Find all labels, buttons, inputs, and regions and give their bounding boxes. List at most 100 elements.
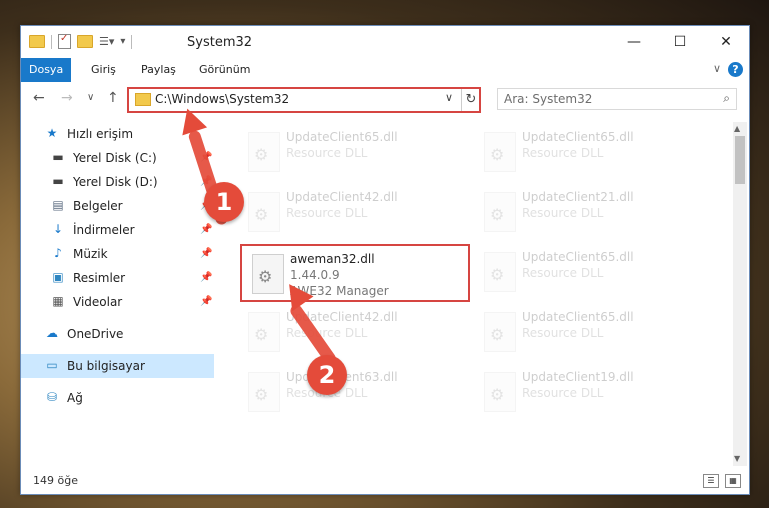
file-description: Resource DLL	[522, 386, 604, 400]
customize-toolbar-icon[interactable]: ☰▾	[99, 35, 114, 48]
file-name: UpdateClient65.dll	[522, 250, 634, 264]
close-button[interactable]: ✕	[703, 26, 749, 58]
dll-file-icon	[484, 372, 516, 412]
dll-file-icon	[252, 254, 284, 294]
address-bar[interactable]: C:\Windows\System32 ∨ ↻	[127, 87, 481, 113]
dll-file-icon	[484, 252, 516, 292]
pin-icon[interactable]: 📌	[200, 224, 212, 235]
search-icon[interactable]: ⌕	[723, 91, 730, 106]
scrollbar-thumb[interactable]	[735, 136, 745, 184]
item-count: 149 öğe	[33, 474, 78, 487]
search-placeholder: Ara: System32	[504, 92, 593, 106]
dll-file-icon	[484, 312, 516, 352]
navigation-pane: ★Hızlı erişim▬Yerel Disk (C:)📌▬Yerel Dis…	[21, 122, 214, 462]
file-name: aweman32.dll	[290, 252, 375, 266]
address-dropdown-icon[interactable]: ∨	[445, 91, 453, 104]
file-name: UpdateClient65.dll	[286, 130, 398, 144]
dll-file-icon	[248, 132, 280, 172]
search-input[interactable]: Ara: System32 ⌕	[497, 88, 737, 110]
vertical-scrollbar[interactable]: ▲ ▼	[733, 122, 747, 466]
file-item[interactable]: UpdateClient65.dll Resource DLL	[474, 244, 700, 298]
forward-button[interactable]: →	[61, 90, 73, 106]
file-item[interactable]: UpdateClient42.dllResource DLL	[238, 304, 464, 358]
file-description: Resource DLL	[286, 206, 368, 220]
sidebar-item-6[interactable]: ▣ Resimler 📌	[21, 266, 214, 290]
video-icon: ▦	[52, 294, 64, 308]
navigation-bar: ← → ∨ ↑ C:\Windows\System32 ∨ ↻ Ara: Sys…	[21, 82, 749, 116]
refresh-button[interactable]: ↻	[461, 89, 480, 111]
file-item[interactable]: UpdateClient21.dll Resource DLL	[474, 184, 700, 238]
file-item[interactable]: UpdateClient65.dll Resource DLL	[238, 124, 464, 178]
new-folder-icon[interactable]	[77, 35, 93, 48]
file-item[interactable]: UpdateClient19.dll Resource DLL	[474, 364, 700, 418]
sidebar-item-label: OneDrive	[67, 327, 124, 341]
tab-view[interactable]: Görünüm	[187, 58, 262, 82]
file-description: Resource DLL	[286, 146, 368, 160]
maximize-button[interactable]: ☐	[657, 26, 703, 58]
step-2-badge: 2	[307, 355, 347, 395]
large-icons-view-icon[interactable]: ▦	[725, 474, 741, 488]
star-icon: ★	[46, 126, 58, 140]
file-description: Resource DLL	[522, 326, 604, 340]
address-path[interactable]: C:\Windows\System32	[155, 92, 289, 106]
cloud-icon: ☁	[46, 326, 58, 340]
sidebar-item-label: Resimler	[73, 271, 126, 285]
toolbar-separator	[131, 34, 133, 49]
help-icon[interactable]: ?	[728, 62, 743, 77]
file-name: UpdateClient65.dll	[522, 130, 634, 144]
file-item[interactable]: UpdateClient42.dllResource DLL	[238, 184, 464, 238]
pin-icon[interactable]: 📌	[200, 296, 212, 307]
scroll-up-icon[interactable]: ▲	[734, 124, 740, 133]
title-bar: ☰▾ ▾ System32 — ☐ ✕	[21, 26, 749, 58]
details-view-icon[interactable]: ☰	[703, 474, 719, 488]
sidebar-item-8[interactable]: ☁ OneDrive	[21, 322, 214, 346]
sidebar-item-label: Belgeler	[73, 199, 123, 213]
up-button[interactable]: ↑	[107, 90, 119, 106]
tab-share[interactable]: Paylaş	[129, 58, 188, 82]
toolbar-separator	[51, 34, 52, 49]
minimize-button[interactable]: —	[611, 26, 657, 58]
pin-icon[interactable]: 📌	[200, 248, 212, 259]
sidebar-item-10[interactable]: ⛁ Ağ	[21, 386, 214, 410]
sidebar-item-9[interactable]: ▭ Bu bilgisayar	[21, 354, 214, 378]
ribbon-tabs: Dosya Giriş Paylaş Görünüm ∨ ?	[21, 58, 749, 112]
computer-icon: ▭	[46, 358, 58, 372]
dll-file-icon	[484, 192, 516, 232]
sidebar-item-label: Hızlı erişim	[67, 127, 134, 141]
window-title: System32	[187, 35, 253, 50]
drive-icon: ▬	[52, 174, 64, 188]
back-button[interactable]: ←	[33, 90, 45, 106]
sidebar-item-label: Videolar	[73, 295, 123, 309]
step-1-badge: 1	[204, 182, 244, 222]
properties-icon[interactable]	[58, 33, 71, 49]
file-description: Resource DLL	[522, 266, 604, 280]
sidebar-item-1[interactable]: ▬Yerel Disk (C:)📌	[21, 146, 214, 170]
scroll-down-icon[interactable]: ▼	[734, 454, 740, 463]
file-description: Resource DLL	[286, 326, 368, 340]
sidebar-item-label: Ağ	[67, 391, 83, 405]
sidebar-item-label: Yerel Disk (C:)	[73, 151, 157, 165]
sidebar-item-3[interactable]: ▤Belgeler📌	[21, 194, 214, 218]
file-item[interactable]: UpdateClient65.dll Resource DLL	[474, 124, 700, 178]
music-icon: ♪	[54, 246, 62, 260]
folder-icon[interactable]	[29, 35, 45, 48]
dll-file-icon	[484, 132, 516, 172]
network-icon: ⛁	[46, 390, 58, 404]
pin-icon[interactable]: 📌	[200, 272, 212, 283]
dll-file-icon	[248, 312, 280, 352]
sidebar-item-4[interactable]: ↓ İndirmeler 📌	[21, 218, 214, 242]
drive-icon: ▬	[52, 150, 64, 164]
sidebar-item-label: Bu bilgisayar	[67, 359, 145, 373]
recent-locations-button[interactable]: ∨	[87, 92, 94, 103]
file-item[interactable]: UpdateClient63.dllResource DLL	[238, 364, 464, 418]
file-item[interactable]: aweman32.dll1.44.0.9AWE32 Manager	[240, 244, 470, 302]
file-item[interactable]: UpdateClient65.dll Resource DLL	[474, 304, 700, 358]
sidebar-item-7[interactable]: ▦ Videolar 📌	[21, 290, 214, 314]
ribbon-expand-icon[interactable]: ∨	[713, 62, 721, 75]
sidebar-item-label: Yerel Disk (D:)	[73, 175, 158, 189]
qat-dropdown-icon[interactable]: ▾	[120, 36, 125, 47]
tab-home[interactable]: Giriş	[79, 58, 128, 82]
sidebar-item-5[interactable]: ♪ Müzik 📌	[21, 242, 214, 266]
sidebar-item-2[interactable]: ▬Yerel Disk (D:)📌	[21, 170, 214, 194]
download-icon: ↓	[52, 222, 64, 236]
